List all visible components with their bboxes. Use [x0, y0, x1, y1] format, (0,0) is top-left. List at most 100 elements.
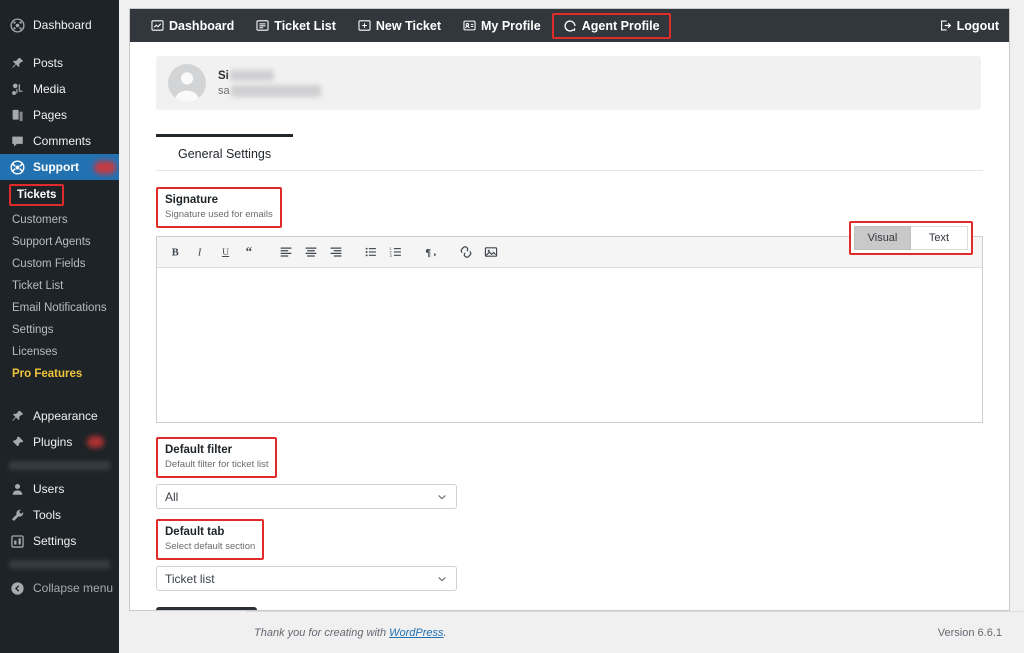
comments-icon: [9, 133, 25, 149]
agent-email-redacted: [230, 84, 321, 97]
tab-general-settings[interactable]: General Settings: [156, 134, 294, 170]
sidebar-item-label: Comments: [33, 134, 92, 148]
underline-icon[interactable]: U: [213, 239, 238, 265]
italic-icon[interactable]: I: [188, 239, 213, 265]
wordpress-link[interactable]: WordPress: [389, 627, 443, 639]
sidebar-redacted-item-1: [9, 461, 110, 470]
agent-email: sa: [218, 84, 321, 97]
sidebar-item-label: Pages: [33, 108, 68, 122]
align-center-icon[interactable]: [298, 239, 323, 265]
editor-mode-switch-box: Visual Text: [849, 221, 973, 255]
signature-editor-area[interactable]: [157, 268, 982, 422]
sidebar-item-licenses[interactable]: Licenses: [0, 341, 119, 363]
agent-name-redacted: [229, 70, 274, 81]
sidebar-item-settings[interactable]: Settings: [0, 528, 119, 554]
agent-identity: Si sa: [218, 70, 321, 97]
tab-dashboard[interactable]: Dashboard: [140, 13, 245, 39]
tab-label: Agent Profile: [581, 18, 660, 33]
sidebar-item-plugins[interactable]: Plugins: [0, 429, 119, 455]
main-content: Dashboard Ticket List New Ticket My Prof…: [119, 0, 1024, 653]
logout-label: Logout: [956, 18, 999, 33]
align-right-icon[interactable]: [323, 239, 348, 265]
admin-sidebar: Dashboard Posts Media Pages Comments Sup…: [0, 0, 127, 653]
logout-button[interactable]: Logout: [939, 19, 999, 33]
plugins-icon: [9, 434, 25, 450]
sidebar-item-label: Posts: [33, 56, 64, 70]
sidebar-item-dashboard[interactable]: Dashboard: [0, 12, 119, 38]
sidebar-item-tickets[interactable]: Tickets: [9, 184, 65, 206]
tab-agent-profile[interactable]: Agent Profile: [551, 12, 671, 39]
sidebar-item-posts[interactable]: Posts: [0, 50, 119, 76]
footer-thanks: Thank you for creating with WordPress.: [254, 627, 447, 639]
blockquote-icon[interactable]: “: [238, 239, 263, 265]
default-tab-title: Default tab: [165, 526, 225, 538]
tab-label: New Ticket: [375, 18, 441, 33]
sidebar-item-comments[interactable]: Comments: [0, 128, 119, 154]
editor-mode-visual[interactable]: Visual: [854, 226, 911, 250]
default-filter-select[interactable]: All: [156, 484, 457, 509]
agent-email-visible: sa: [218, 84, 230, 97]
agent-name-visible: Si: [218, 69, 229, 82]
headset-icon: [563, 19, 577, 33]
signature-description: Signature used for emails: [165, 209, 273, 220]
svg-text:3: 3: [389, 253, 392, 258]
editor-mode-text[interactable]: Text: [911, 226, 968, 250]
default-tab-select[interactable]: Ticket list: [156, 566, 457, 591]
signature-editor: B I U “ 1 2 3 ¶: [156, 236, 983, 423]
tab-my-profile[interactable]: My Profile: [452, 13, 552, 39]
save-changes-button[interactable]: Save Changes: [156, 607, 257, 610]
sidebar-divider-1: [0, 38, 119, 50]
sidebar-item-customers[interactable]: Customers: [0, 209, 119, 231]
agent-profile-card: Si sa: [156, 56, 981, 110]
sidebar-top-spacer: [0, 0, 119, 12]
image-icon[interactable]: [478, 239, 503, 265]
align-left-icon[interactable]: [273, 239, 298, 265]
sidebar-item-label: Plugins: [33, 435, 73, 449]
sidebar-item-appearance[interactable]: Appearance: [0, 403, 119, 429]
sidebar-item-support[interactable]: Support: [0, 154, 127, 180]
agent-name: Si: [218, 70, 321, 82]
bulleted-list-icon[interactable]: [358, 239, 383, 265]
pin-icon: [9, 55, 25, 71]
sidebar-item-pro-features[interactable]: Pro Features: [0, 363, 119, 385]
default-filter-label-box: Default filter Default filter for ticket…: [156, 437, 278, 478]
tools-icon: [9, 507, 25, 523]
sidebar-item-media[interactable]: Media: [0, 76, 119, 102]
settings-tabs: General Settings: [156, 134, 983, 171]
default-tab-description: Select default section: [165, 541, 256, 552]
tab-label: Ticket List: [274, 18, 336, 33]
support-icon: [9, 159, 25, 175]
sidebar-item-ticket-list[interactable]: Ticket List: [0, 275, 119, 297]
default-tab-value: Ticket list: [165, 571, 215, 586]
signature-label-box: Signature Signature used for emails: [156, 187, 282, 228]
support-update-badge: [94, 160, 116, 174]
svg-text:I: I: [196, 248, 201, 259]
chevron-down-icon: [436, 573, 448, 585]
sidebar-item-users[interactable]: Users: [0, 476, 119, 502]
bold-icon[interactable]: B: [163, 239, 188, 265]
sidebar-item-custom-fields[interactable]: Custom Fields: [0, 253, 119, 275]
tab-ticket-list[interactable]: Ticket List: [245, 13, 347, 39]
link-icon[interactable]: [453, 239, 478, 265]
sidebar-item-label: Appearance: [33, 409, 98, 423]
sidebar-item-tools[interactable]: Tools: [0, 502, 119, 528]
sidebar-item-label: Settings: [33, 534, 77, 548]
avatar: [168, 64, 206, 102]
default-filter-field-group: Default filter Default filter for ticket…: [156, 437, 989, 478]
sidebar-item-support-agents[interactable]: Support Agents: [0, 231, 119, 253]
tab-label: Dashboard: [169, 18, 235, 33]
sidebar-redacted-item-2: [9, 560, 110, 569]
default-tab-label-box: Default tab Select default section: [156, 519, 265, 560]
sidebar-item-collapse-menu[interactable]: Collapse menu: [0, 575, 119, 601]
sidebar-item-settings-support[interactable]: Settings: [0, 319, 119, 341]
tab-new-ticket[interactable]: New Ticket: [347, 13, 452, 39]
svg-text:“: “: [245, 245, 252, 259]
text-direction-icon[interactable]: ¶: [418, 239, 443, 265]
sidebar-item-label: Collapse menu: [33, 581, 114, 595]
sidebar-item-pages[interactable]: Pages: [0, 102, 119, 128]
dashboard-icon: [9, 17, 25, 33]
numbered-list-icon[interactable]: 123: [383, 239, 408, 265]
signature-title: Signature: [165, 194, 219, 206]
sidebar-item-label: Support: [33, 160, 79, 174]
sidebar-item-email-notifications[interactable]: Email Notifications: [0, 297, 119, 319]
